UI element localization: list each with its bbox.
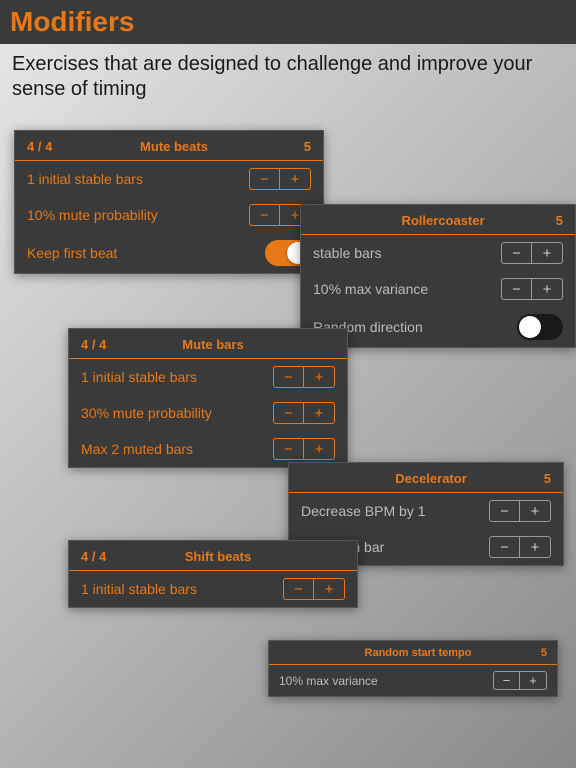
stepper-decrease-bpm[interactable]: − + — [489, 500, 551, 522]
minus-button[interactable]: − — [284, 579, 314, 599]
card-rollercoaster: Rollercoaster 5 stable bars − + 10% max … — [300, 204, 576, 348]
row-decrease-bpm: Decrease BPM by 1 − + — [289, 493, 563, 529]
minus-button[interactable]: − — [250, 169, 280, 189]
minus-button[interactable]: − — [490, 501, 520, 521]
stepper-stable-bars[interactable]: − + — [501, 242, 563, 264]
row-stable-bars: stable bars − + — [301, 235, 575, 271]
minus-button[interactable]: − — [502, 243, 532, 263]
plus-button[interactable]: + — [304, 403, 334, 423]
card-mute-bars: 4 / 4 Mute bars 1 initial stable bars − … — [68, 328, 348, 468]
stepper-stable-bars[interactable]: − + — [249, 168, 311, 190]
card-header: 4 / 4 Mute bars — [69, 329, 347, 359]
row-max-variance: 10% max variance − + — [301, 271, 575, 307]
stepper-mute-prob[interactable]: − + — [273, 402, 335, 424]
card-title: Mute beats — [67, 139, 281, 154]
stepper-max-muted[interactable]: − + — [273, 438, 335, 460]
card-header: Rollercoaster 5 — [301, 205, 575, 235]
card-mute-beats: 4 / 4 Mute beats 5 1 initial stable bars… — [14, 130, 324, 274]
minus-button[interactable]: − — [274, 403, 304, 423]
stepper-max-variance[interactable]: − + — [493, 671, 547, 690]
minus-button[interactable]: − — [250, 205, 280, 225]
toggle-knob — [519, 316, 541, 338]
row-stable-bars: 1 initial stable bars − + — [69, 571, 357, 607]
plus-button[interactable]: + — [520, 501, 550, 521]
stepper-max-variance[interactable]: − + — [501, 278, 563, 300]
plus-button[interactable]: + — [280, 169, 310, 189]
minus-button[interactable]: − — [494, 672, 520, 689]
minus-button[interactable]: − — [274, 367, 304, 387]
row-stable-bars: 1 initial stable bars − + — [69, 359, 347, 395]
plus-button[interactable]: + — [532, 243, 562, 263]
card-title: Rollercoaster — [353, 213, 533, 228]
minus-button[interactable]: − — [274, 439, 304, 459]
row-label: 1 initial stable bars — [27, 171, 143, 187]
stepper-stable-bars[interactable]: − + — [283, 578, 345, 600]
row-label: 10% mute probability — [27, 207, 158, 223]
card-count: 5 — [517, 647, 547, 659]
minus-button[interactable]: − — [502, 279, 532, 299]
row-label: Decrease BPM by 1 — [301, 503, 426, 519]
card-title: Mute bars — [121, 337, 305, 352]
stepper-stable-bars[interactable]: − + — [273, 366, 335, 388]
card-count: 5 — [521, 471, 551, 486]
plus-button[interactable]: + — [304, 367, 334, 387]
card-header: Decelerator 5 — [289, 463, 563, 493]
row-label: 10% max variance — [313, 281, 428, 297]
row-stable-bars: 1 initial stable bars − + — [15, 161, 323, 197]
toggle-random-direction[interactable] — [517, 314, 563, 340]
row-mute-probability: 30% mute probability − + — [69, 395, 347, 431]
row-label: 1 initial stable bars — [81, 369, 197, 385]
row-keep-first: Keep first beat — [15, 233, 323, 273]
card-count: 5 — [281, 139, 311, 154]
header-bar: Modifiers — [0, 0, 576, 44]
row-label: 10% max variance — [279, 674, 378, 688]
row-label: 30% mute probability — [81, 405, 212, 421]
page-subtitle: Exercises that are designed to challenge… — [0, 44, 576, 116]
card-shift-beats: 4 / 4 Shift beats 1 initial stable bars … — [68, 540, 358, 608]
time-signature: 4 / 4 — [81, 337, 121, 352]
card-random-tempo: Random start tempo 5 10% max variance − … — [268, 640, 558, 697]
row-label: Keep first beat — [27, 245, 117, 261]
row-label: stable bars — [313, 245, 381, 261]
row-mute-probability: 10% mute probability − + — [15, 197, 323, 233]
card-title: Random start tempo — [319, 647, 517, 659]
plus-button[interactable]: + — [520, 537, 550, 557]
plus-button[interactable]: + — [520, 672, 546, 689]
row-max-variance: 10% max variance − + — [269, 665, 557, 696]
plus-button[interactable]: + — [314, 579, 344, 599]
stepper-every-bar[interactable]: − + — [489, 536, 551, 558]
plus-button[interactable]: + — [304, 439, 334, 459]
page-title: Modifiers — [10, 6, 566, 38]
card-title: Shift beats — [121, 549, 315, 564]
card-count: 5 — [533, 213, 563, 228]
card-title: Decelerator — [341, 471, 521, 486]
card-header: Random start tempo 5 — [269, 641, 557, 665]
row-label: Max 2 muted bars — [81, 441, 193, 457]
time-signature: 4 / 4 — [81, 549, 121, 564]
time-signature: 4 / 4 — [27, 139, 67, 154]
row-label: 1 initial stable bars — [81, 581, 197, 597]
card-header: 4 / 4 Shift beats — [69, 541, 357, 571]
minus-button[interactable]: − — [490, 537, 520, 557]
plus-button[interactable]: + — [532, 279, 562, 299]
card-header: 4 / 4 Mute beats 5 — [15, 131, 323, 161]
